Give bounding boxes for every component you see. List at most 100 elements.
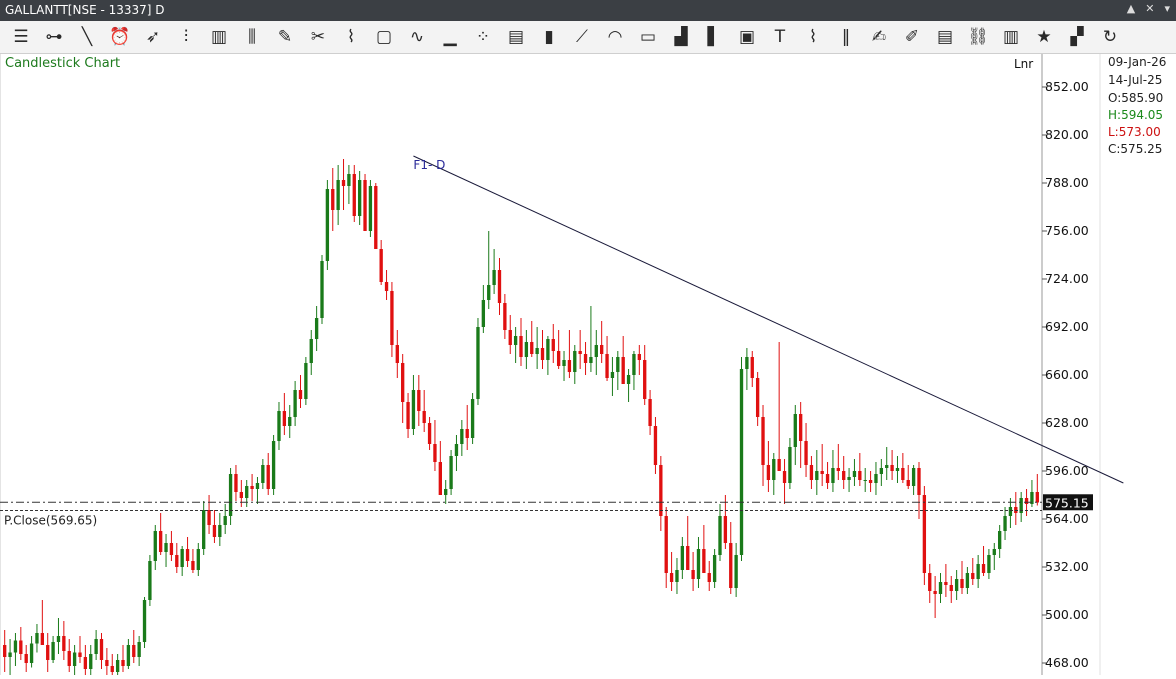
candle-body[interactable] <box>1024 498 1029 504</box>
candle-body[interactable] <box>158 531 163 552</box>
candle-body[interactable] <box>868 480 873 483</box>
candle-body[interactable] <box>336 180 340 210</box>
brush-icon[interactable]: ⌇ <box>800 24 826 50</box>
candle-body[interactable] <box>29 643 34 664</box>
candle-body[interactable] <box>750 357 754 378</box>
candle-body[interactable] <box>390 291 394 345</box>
candle-body[interactable] <box>3 645 7 657</box>
candle-body[interactable] <box>755 378 760 417</box>
candle-body[interactable] <box>406 402 410 429</box>
candle-body[interactable] <box>255 483 260 489</box>
candle-body[interactable] <box>815 471 819 480</box>
candle-body[interactable] <box>137 642 141 657</box>
candle-body[interactable] <box>793 414 797 447</box>
candle-body[interactable] <box>191 561 195 570</box>
candle-body[interactable] <box>368 186 373 231</box>
candle-body[interactable] <box>185 549 190 561</box>
candle-body[interactable] <box>885 465 889 468</box>
candle-body[interactable] <box>987 555 991 573</box>
candle-body[interactable] <box>164 543 168 552</box>
curve-icon[interactable]: ∿ <box>404 24 430 50</box>
candle-body[interactable] <box>799 414 803 441</box>
candle-body[interactable] <box>277 411 281 441</box>
diagonal-line-icon[interactable]: ╲ <box>74 24 100 50</box>
candle-body[interactable] <box>352 174 356 216</box>
candle-body[interactable] <box>438 462 442 495</box>
candle-body[interactable] <box>583 354 588 363</box>
candle-body[interactable] <box>99 639 104 660</box>
candle-body[interactable] <box>519 336 523 357</box>
candle-body[interactable] <box>648 399 652 426</box>
candle-body[interactable] <box>288 417 292 426</box>
candle-body[interactable] <box>454 444 459 456</box>
candle-body[interactable] <box>503 303 507 330</box>
candle-body[interactable] <box>675 570 679 582</box>
candle-body[interactable] <box>417 390 421 411</box>
link-icon[interactable]: ⛓ <box>965 24 991 50</box>
candle-body[interactable] <box>772 459 776 480</box>
candle-body[interactable] <box>761 417 765 465</box>
candle-body[interactable] <box>169 543 174 555</box>
cursor-pointer-icon[interactable]: ➶ <box>140 24 166 50</box>
candle-body[interactable] <box>556 351 561 366</box>
candle-body[interactable] <box>643 360 647 399</box>
candle-body[interactable] <box>890 465 894 471</box>
scissors-icon[interactable]: ✂ <box>305 24 331 50</box>
candle-body[interactable] <box>72 652 77 667</box>
bar-chart-icon[interactable]: ▥ <box>206 24 232 50</box>
candles-colored-icon[interactable]: ▮ <box>536 24 562 50</box>
fan-lines-icon[interactable]: ⟋ <box>569 24 595 50</box>
candle-body[interactable] <box>1003 516 1007 531</box>
candle-body[interactable] <box>965 573 970 588</box>
hand-drawing-icon[interactable]: ✍ <box>866 24 892 50</box>
candle-body[interactable] <box>298 390 303 399</box>
cube-icon[interactable]: ▣ <box>734 24 760 50</box>
candle-body[interactable] <box>492 270 496 285</box>
candle-body[interactable] <box>148 561 152 600</box>
candle-body[interactable] <box>497 270 502 303</box>
candle-body[interactable] <box>341 180 346 186</box>
menu-lines-icon[interactable]: ☰ <box>8 24 34 50</box>
candle-body[interactable] <box>218 525 222 537</box>
pause-bars-icon[interactable]: ‖ <box>833 24 859 50</box>
candle-body[interactable] <box>901 468 905 480</box>
candle-body[interactable] <box>24 654 28 663</box>
candle-body[interactable] <box>46 645 50 660</box>
node-edit-icon[interactable]: ⌇ <box>338 24 364 50</box>
candle-body[interactable] <box>610 372 615 378</box>
alarm-icon[interactable]: ⏰ <box>107 24 133 50</box>
candle-body[interactable] <box>481 300 486 327</box>
candle-body[interactable] <box>180 549 184 567</box>
star-icon[interactable]: ★ <box>1031 24 1057 50</box>
candle-body[interactable] <box>707 573 711 582</box>
candle-body[interactable] <box>202 510 206 549</box>
candle-body[interactable] <box>78 652 82 658</box>
candle-body[interactable] <box>67 651 71 666</box>
menu-dropdown-icon[interactable]: ▾ <box>1164 2 1170 15</box>
candle-body[interactable] <box>766 465 771 480</box>
chart-area[interactable]: Candlestick Chart Lnr 852.00 820.00 788.00… <box>0 54 1176 679</box>
candle-body[interactable] <box>110 666 114 672</box>
candle-body[interactable] <box>691 570 695 579</box>
candle-body[interactable] <box>906 480 910 486</box>
candle-body[interactable] <box>282 411 287 426</box>
candle-body[interactable] <box>723 516 728 543</box>
ruler-icon[interactable]: ▭ <box>635 24 661 50</box>
candle-body[interactable] <box>626 375 631 384</box>
candle-body[interactable] <box>132 645 136 657</box>
candle-body[interactable] <box>938 582 943 594</box>
candle-body[interactable] <box>422 411 426 423</box>
candle-body[interactable] <box>659 465 663 516</box>
candle-body[interactable] <box>379 249 383 282</box>
candle-body[interactable] <box>600 345 604 354</box>
close-icon[interactable]: ✕ <box>1145 2 1154 15</box>
rectangle-icon[interactable]: ▢ <box>371 24 397 50</box>
candle-body[interactable] <box>427 423 432 444</box>
candle-body[interactable] <box>40 633 45 645</box>
candle-body[interactable] <box>411 390 416 429</box>
candle-body[interactable] <box>487 285 491 300</box>
candle-body[interactable] <box>928 573 932 591</box>
candle-body[interactable] <box>250 486 254 489</box>
candle-body[interactable] <box>954 579 959 591</box>
candle-body[interactable] <box>1035 492 1039 503</box>
